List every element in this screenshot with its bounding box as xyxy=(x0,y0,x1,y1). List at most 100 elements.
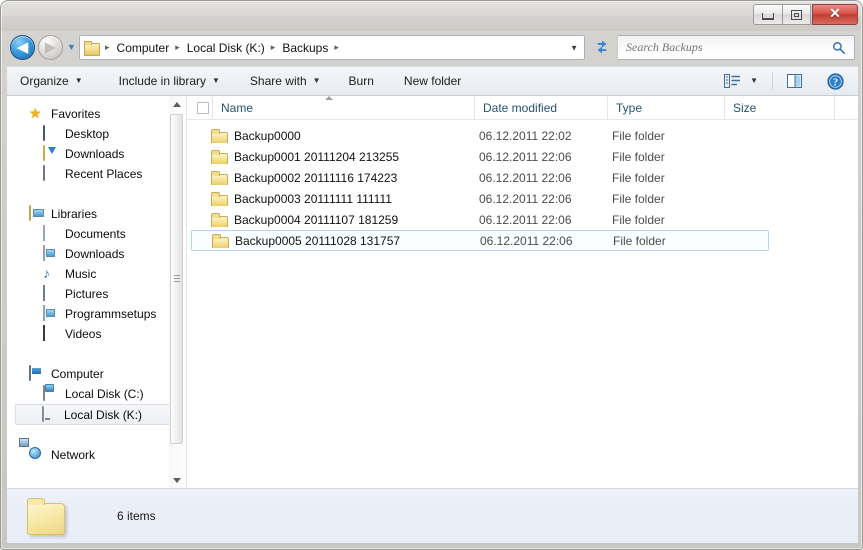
sidebar-group-computer: Computer Local Disk (C:) Local Disk (K:) xyxy=(7,364,186,425)
sidebar-item-network[interactable]: Network xyxy=(7,445,186,465)
select-all-checkbox-cell[interactable] xyxy=(187,96,213,119)
file-type: File folder xyxy=(612,128,665,143)
folder-icon xyxy=(211,191,228,206)
sidebar-item-downloads-library[interactable]: Downloads xyxy=(7,244,186,264)
table-row[interactable]: Backup0003 20111111 111111 06.12.2011 22… xyxy=(191,188,769,209)
breadcrumb-separator-1[interactable]: ▸ xyxy=(171,43,185,52)
breadcrumb-item-local-disk-k[interactable]: Local Disk (K:) xyxy=(185,41,267,55)
breadcrumb-item-computer[interactable]: Computer xyxy=(115,41,172,55)
sidebar-item-pictures[interactable]: Pictures xyxy=(7,284,186,304)
table-row[interactable]: Backup0001 20111204 213255 06.12.2011 22… xyxy=(191,146,769,167)
sidebar-item-favorites[interactable]: ★ Favorites xyxy=(7,104,186,124)
minimize-icon xyxy=(762,13,774,20)
svg-text:?: ? xyxy=(833,77,838,88)
table-row[interactable]: Backup0002 20111116 174223 06.12.2011 22… xyxy=(191,167,769,188)
column-header-date-modified[interactable]: Date modified xyxy=(475,96,608,119)
navigation-pane-scrollbar[interactable] xyxy=(169,96,184,488)
toolbar-new-folder-button[interactable]: New folder xyxy=(395,70,470,92)
column-header-name[interactable]: Name xyxy=(213,96,475,119)
folder-icon xyxy=(211,149,228,164)
status-bar: 6 items xyxy=(7,488,858,543)
scrollbar-thumb[interactable] xyxy=(170,114,183,444)
sidebar-group-network: Network xyxy=(7,445,186,465)
sidebar-item-computer[interactable]: Computer xyxy=(7,364,186,384)
search-input[interactable] xyxy=(626,40,831,55)
chevron-down-icon: ▼ xyxy=(312,76,321,85)
local-disk-c-icon xyxy=(43,385,59,402)
sidebar-label: Network xyxy=(51,448,96,462)
toolbar-share-with-label: Share with xyxy=(249,74,307,88)
sidebar-item-programmsetups[interactable]: Programmsetups xyxy=(7,304,186,324)
file-rows-container: Backup0000 06.12.2011 22:02 File folder … xyxy=(187,120,858,251)
navigation-buttons: ◀ ▶ ▼ xyxy=(10,35,76,60)
maximize-icon xyxy=(791,9,802,20)
network-icon xyxy=(29,447,45,463)
show-preview-pane-button[interactable] xyxy=(781,71,809,92)
maximize-button[interactable] xyxy=(782,4,811,25)
toolbar-separator xyxy=(772,72,773,90)
column-header-type[interactable]: Type xyxy=(608,96,725,119)
file-list-pane: Name Date modified Type Size Backup0000 … xyxy=(187,96,858,488)
recent-places-icon xyxy=(43,165,59,182)
sidebar-label: Videos xyxy=(65,327,102,341)
column-header-size[interactable]: Size xyxy=(725,96,835,119)
sidebar-item-music[interactable]: ♪ Music xyxy=(7,264,186,284)
sidebar-item-libraries[interactable]: Libraries xyxy=(7,204,186,224)
column-header-label: Name xyxy=(221,100,254,115)
select-all-checkbox[interactable] xyxy=(196,101,209,114)
help-button[interactable]: ? xyxy=(821,70,850,93)
search-box[interactable] xyxy=(617,35,855,60)
toolbar-share-with-button[interactable]: Share with ▼ xyxy=(241,70,330,92)
toolbar-burn-button[interactable]: Burn xyxy=(340,70,383,92)
table-row[interactable]: Backup0005 20111028 131757 06.12.2011 22… xyxy=(191,230,769,251)
sidebar-item-desktop[interactable]: Desktop xyxy=(7,124,186,144)
table-row[interactable]: Backup0000 06.12.2011 22:02 File folder xyxy=(191,125,769,146)
breadcrumb-separator-3[interactable]: ▸ xyxy=(330,43,344,52)
sidebar-label: Music xyxy=(65,267,97,281)
pictures-icon xyxy=(43,285,59,302)
sidebar-label: Desktop xyxy=(65,127,110,141)
scroll-down-button[interactable] xyxy=(169,472,184,488)
sidebar-item-local-disk-k[interactable]: Local Disk (K:) xyxy=(15,404,184,425)
refresh-button[interactable] xyxy=(591,36,613,58)
sort-ascending-icon xyxy=(325,96,333,100)
toolbar-include-in-library-button[interactable]: Include in library ▼ xyxy=(110,70,229,92)
breadcrumb-separator-0[interactable]: ▸ xyxy=(101,43,115,52)
table-row[interactable]: Backup0004 20111107 181259 06.12.2011 22… xyxy=(191,209,769,230)
toolbar-include-in-library-label: Include in library xyxy=(118,74,206,88)
sidebar-item-videos[interactable]: Videos xyxy=(7,324,186,344)
file-type: File folder xyxy=(612,191,665,206)
triangle-down-icon xyxy=(172,477,181,483)
breadcrumb-address-bar[interactable]: ▸ Computer ▸ Local Disk (K:) ▸ Backups ▸… xyxy=(79,35,585,60)
sidebar-item-documents[interactable]: Documents xyxy=(7,224,186,244)
breadcrumb-separator-2[interactable]: ▸ xyxy=(267,43,281,52)
sidebar-label: Local Disk (K:) xyxy=(64,407,143,422)
sidebar-label: Documents xyxy=(65,227,126,241)
libraries-icon xyxy=(29,205,45,222)
file-type: File folder xyxy=(612,170,665,185)
scroll-up-button[interactable] xyxy=(169,96,184,112)
column-header-label: Type xyxy=(616,100,643,115)
chevron-down-icon[interactable]: ▼ xyxy=(570,43,578,52)
breadcrumb-item-backups[interactable]: Backups xyxy=(280,41,330,55)
column-header-label: Date modified xyxy=(483,100,558,115)
close-button[interactable]: ✕ xyxy=(812,4,858,25)
star-icon: ★ xyxy=(29,105,42,121)
explorer-window: ✕ ◀ ▶ ▼ ▸ Computer ▸ Local Disk (K:) ▸ B… xyxy=(0,0,863,550)
forward-button[interactable]: ▶ xyxy=(38,35,63,60)
content-area: ★ Favorites Desktop Downloads Recent Pla… xyxy=(7,96,858,488)
back-button[interactable]: ◀ xyxy=(10,35,35,60)
sidebar-item-local-disk-c[interactable]: Local Disk (C:) xyxy=(7,384,186,404)
toolbar-organize-label: Organize xyxy=(20,74,69,88)
minimize-button[interactable] xyxy=(753,4,782,25)
sidebar-label: Programmsetups xyxy=(65,307,157,321)
toolbar-organize-button[interactable]: Organize ▼ xyxy=(11,70,92,92)
change-view-button[interactable]: ▼ xyxy=(718,71,764,92)
toolbar-right-group: ▼ ? xyxy=(718,70,858,93)
folder-icon xyxy=(211,212,228,227)
recent-pages-dropdown-icon[interactable]: ▼ xyxy=(67,43,76,52)
sidebar-item-downloads[interactable]: Downloads xyxy=(7,144,186,164)
sidebar-item-recent-places[interactable]: Recent Places xyxy=(7,164,186,184)
